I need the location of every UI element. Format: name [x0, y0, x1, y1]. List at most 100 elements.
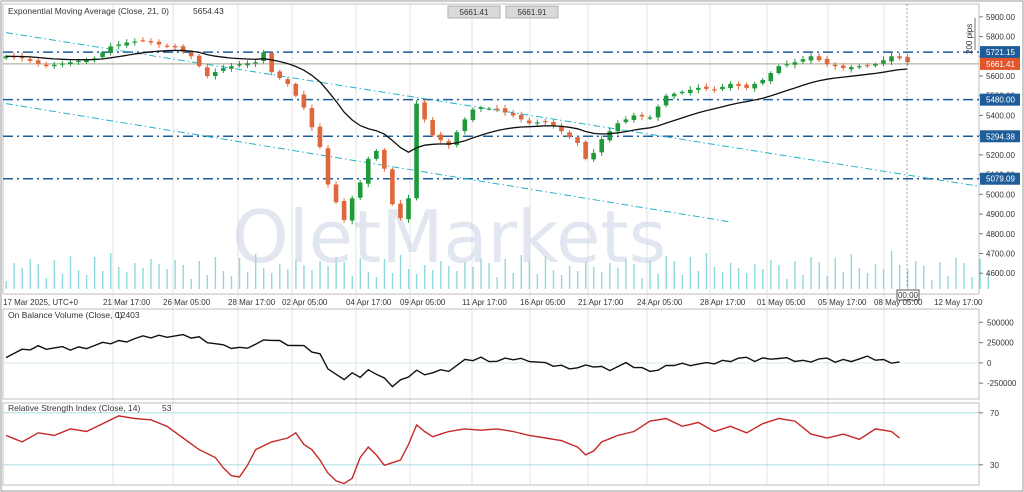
candle-body: [349, 198, 355, 221]
candle-body: [599, 139, 604, 153]
volume-bar: [882, 269, 885, 289]
candle-body: [583, 141, 588, 159]
volume-bar: [931, 280, 933, 289]
candle-body: [848, 67, 854, 70]
time-label: 24 Apr 05:00: [637, 298, 683, 307]
price-tick-label: 5200.00: [986, 151, 1015, 160]
candle-body: [140, 40, 146, 42]
candle-body: [27, 58, 33, 61]
volume-bar: [842, 272, 844, 289]
candle-body: [720, 86, 725, 90]
candle-body: [808, 56, 814, 61]
candle-body: [655, 106, 661, 118]
ask-box[interactable]: 5661.91: [505, 5, 559, 19]
candle-body: [293, 83, 299, 96]
candle-body: [712, 89, 717, 91]
candle-body: [204, 67, 210, 76]
candle-body: [438, 134, 443, 141]
candle: [382, 147, 387, 172]
volume-bar: [955, 258, 957, 289]
volume-bar: [770, 260, 772, 289]
candle-body: [253, 62, 258, 64]
candle-body: [857, 66, 862, 68]
candle-body: [76, 60, 81, 63]
volume-bar: [963, 263, 965, 289]
volume-bar: [721, 272, 724, 289]
ema-value: 5654.43: [193, 6, 224, 16]
candle: [357, 180, 363, 201]
candle-body: [824, 59, 830, 65]
rsi-tick-label: 30: [990, 461, 999, 470]
volume-bar: [182, 265, 184, 289]
volume-bar: [190, 279, 192, 289]
candle-body: [341, 201, 347, 220]
volume-bar: [713, 267, 716, 289]
candle-body: [35, 60, 41, 64]
candle-body: [156, 41, 162, 45]
volume-bar: [858, 268, 861, 289]
candle: [406, 194, 411, 223]
last-price-label: 5661.41: [986, 60, 1015, 69]
volume-bar: [705, 253, 708, 289]
time-label: 28 Apr 17:00: [700, 298, 746, 307]
candle: [422, 99, 427, 123]
volume-bar: [222, 271, 225, 289]
time-label: 11 Apr 17:00: [462, 298, 507, 307]
candle-body: [229, 66, 234, 69]
candle-body: [333, 184, 339, 203]
candle-body: [213, 72, 218, 76]
candle-body: [148, 41, 154, 43]
candle-body: [873, 64, 878, 66]
price-tick-label: 5900.00: [986, 13, 1015, 22]
candle-body: [607, 131, 613, 141]
volume-bar: [37, 264, 39, 289]
candle-body: [237, 64, 242, 66]
bid-box[interactable]: 5661.41: [447, 5, 501, 19]
candle-body: [832, 64, 838, 67]
candle-body: [470, 109, 476, 120]
candle-body: [728, 83, 733, 89]
candle-body: [60, 63, 65, 65]
price-tick-label: 4800.00: [986, 230, 1015, 239]
candle-body: [261, 52, 266, 62]
candle-body: [800, 59, 806, 62]
candle: [333, 181, 339, 204]
price-tick-label: 5600.00: [986, 72, 1015, 81]
volume-bar: [69, 256, 72, 289]
candle-body: [317, 126, 323, 147]
trading-chart[interactable]: OletMarkets 4600.00 4700.00 4800.00 4900.00…: [0, 0, 1024, 492]
time-label: 17 Mar 2025, UTC+0: [3, 298, 78, 307]
time-label: 04 Apr 17:00: [346, 298, 392, 307]
volume-bar: [778, 265, 780, 289]
candle-body: [52, 64, 57, 67]
candle-body: [526, 120, 532, 124]
volume-bar: [794, 261, 796, 289]
volume-bar: [729, 263, 732, 289]
watermark-text: OletMarkets: [232, 195, 666, 279]
volume-bar: [834, 258, 836, 289]
ema-title: Exponential Moving Average (Close, 21, 0…: [8, 6, 169, 16]
volume-bar: [53, 260, 56, 289]
volume-bar: [21, 268, 23, 289]
candle-body: [132, 41, 138, 43]
price-tick-label: 5800.00: [986, 33, 1015, 42]
candle-body: [196, 55, 202, 67]
bid-value: 5661.41: [460, 8, 489, 17]
time-axis[interactable]: 17 Mar 2025, UTC+0 21 Mar 17:00 26 Mar 05:…: [3, 298, 983, 307]
candle-body: [865, 64, 870, 67]
candle-body: [462, 119, 468, 132]
candle: [390, 167, 395, 206]
volume-bar: [150, 259, 152, 289]
volume-bar: [890, 251, 893, 289]
time-label: 16 Apr 05:00: [520, 298, 566, 307]
volume-bar: [45, 278, 48, 289]
candle-body: [816, 56, 822, 61]
volume-bar: [93, 257, 96, 289]
volume-bar: [866, 273, 869, 289]
candle: [470, 107, 476, 122]
candle: [341, 198, 347, 223]
volume-bar: [826, 276, 828, 289]
time-label: 21 Apr 17:00: [578, 298, 624, 307]
rsi-title: Relative Strength Index (Close, 14): [8, 403, 140, 413]
candle-body: [502, 108, 508, 113]
